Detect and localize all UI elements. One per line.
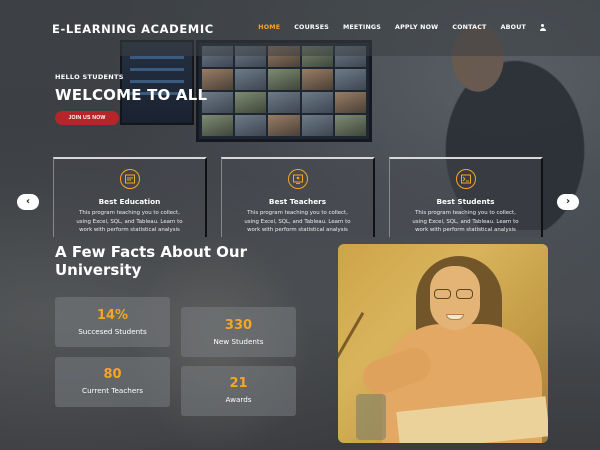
nav-about[interactable]: ABOUT [501, 24, 526, 31]
join-us-button[interactable]: JOIN US NOW [55, 111, 119, 125]
feature-text: This program teaching you to collect, us… [76, 210, 183, 234]
nav-apply-now[interactable]: APPLY NOW [395, 24, 438, 31]
stat-card: 80 Current Teachers [55, 357, 170, 407]
main-nav: HOME COURSES MEETINGS APPLY NOW CONTACT … [244, 24, 546, 31]
chevron-left-icon: ‹ [25, 196, 31, 207]
stat-value: 14% [96, 308, 129, 323]
feature-text: This program teaching you to collect, us… [412, 210, 519, 234]
education-icon [120, 169, 140, 189]
carousel-prev-button[interactable]: ‹ [17, 194, 39, 210]
teachers-icon [288, 169, 308, 189]
nav-contact[interactable]: CONTACT [452, 24, 486, 31]
stat-label: Succesed Students [78, 327, 147, 336]
hero-kicker: HELLO STUDENTS [55, 73, 124, 81]
feature-text: This program teaching you to collect, us… [244, 210, 351, 234]
site-header: E-LEARNING ACADEMIC HOME COURSES MEETING… [0, 0, 600, 56]
stat-card: 14% Succesed Students [55, 297, 170, 347]
feature-title: Best Students [436, 197, 495, 206]
stat-label: New Students [213, 337, 264, 346]
stat-value: 80 [103, 367, 122, 382]
hero-title: WELCOME TO ALL [55, 86, 208, 104]
feature-card-education: Best Education This program teaching you… [53, 157, 207, 237]
feature-card-students: Best Students This program teaching you … [389, 157, 543, 237]
stat-label: Current Teachers [82, 386, 143, 395]
site-logo[interactable]: E-LEARNING ACADEMIC [52, 22, 214, 36]
feature-title: Best Teachers [268, 197, 327, 206]
user-icon[interactable] [539, 24, 546, 31]
feature-card-teachers: Best Teachers This program teaching you … [221, 157, 375, 237]
stat-value: 21 [229, 376, 248, 391]
stat-label: Awards [225, 395, 252, 404]
student-photo [338, 244, 548, 443]
chevron-right-icon: › [565, 196, 571, 207]
nav-home[interactable]: HOME [258, 24, 280, 31]
carousel-next-button[interactable]: › [557, 194, 579, 210]
facts-heading: A Few Facts About Our University [55, 243, 247, 279]
nav-courses[interactable]: COURSES [294, 24, 329, 31]
nav-meetings[interactable]: MEETINGS [343, 24, 381, 31]
stat-card: 330 New Students [181, 307, 296, 357]
students-icon [456, 169, 476, 189]
feature-title: Best Education [98, 197, 161, 206]
stat-value: 330 [224, 318, 253, 333]
stat-card: 21 Awards [181, 366, 296, 416]
